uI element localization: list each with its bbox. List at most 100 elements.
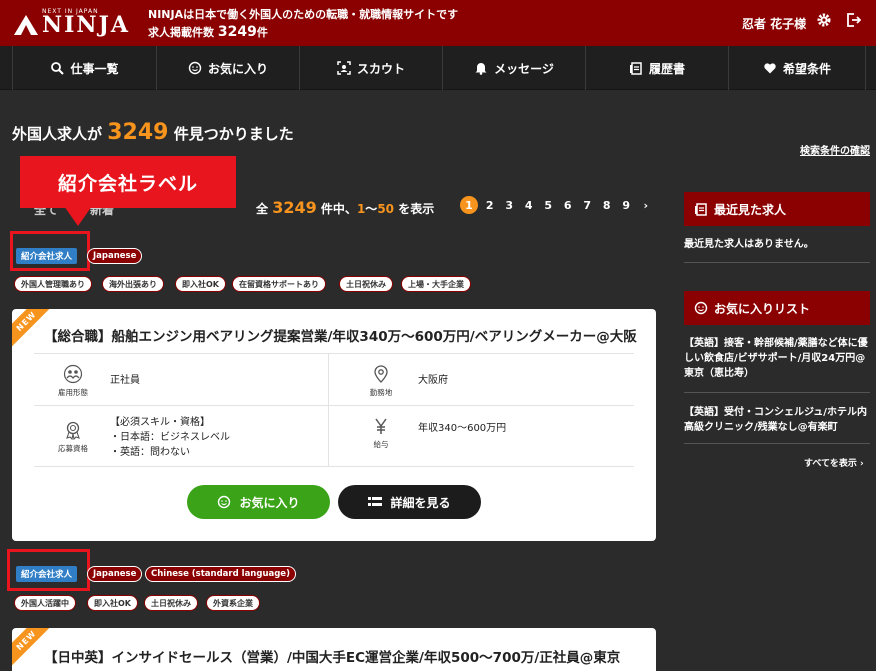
page-6[interactable]: 6	[558, 196, 578, 214]
recent-jobs-header: 最近見た求人	[684, 192, 870, 226]
favorite-button[interactable]: お気に入り	[187, 485, 330, 519]
job-tag: 土日祝休み	[339, 276, 393, 292]
scan-icon	[337, 61, 351, 75]
page-5[interactable]: 5	[539, 196, 559, 214]
nav-job-list[interactable]: 仕事一覧	[12, 46, 156, 90]
nav-label: お気に入り	[207, 61, 268, 76]
document-icon	[629, 62, 642, 75]
employment-label: 雇用形態	[58, 388, 88, 397]
job-title[interactable]: 【総合職】船舶エンジン用ベアリング提案営業/年収340万〜600万円/ベアリング…	[44, 325, 637, 345]
nav-preferences[interactable]: 希望条件	[728, 46, 866, 90]
yen-icon	[375, 418, 387, 434]
favorites-list-title: お気に入りリスト	[714, 301, 811, 316]
salary-value: 年収340〜600万円	[418, 423, 507, 434]
search-icon	[51, 62, 65, 75]
range-middle: 件中、	[320, 202, 357, 216]
page-4[interactable]: 4	[519, 196, 539, 214]
qualification-label: 応募資格	[58, 444, 88, 453]
next-page-arrow-icon[interactable]: ›	[636, 196, 656, 214]
document-icon	[695, 203, 707, 216]
heart-icon	[764, 63, 776, 74]
employment-type-field: 雇用形態	[48, 364, 98, 398]
divider	[684, 392, 870, 393]
job-tag: 即入社OK	[87, 595, 138, 611]
favorite-item-link[interactable]: 【英語】接客・幹部候補/薬膳など体に優しい飲食店/ビザサポート/月収24万円@東…	[684, 336, 870, 381]
logo-mark-icon	[14, 15, 38, 35]
ninja-logo[interactable]: NEXT IN JAPAN NINJA	[12, 6, 130, 40]
job-count-prefix: 求人掲載件数	[148, 26, 214, 39]
location-value: 大阪府	[418, 375, 448, 386]
page-1[interactable]: 1	[460, 196, 478, 214]
job-tag: 外資系企業	[206, 595, 260, 611]
see-all-link[interactable]: すべてを表示 ›	[804, 456, 864, 469]
results-suffix: 件見つかりました	[173, 125, 294, 143]
job-title[interactable]: 【日中英】インサイドセールス（営業）/中国大手EC運営企業/年収500〜700万…	[44, 646, 620, 666]
job-tag: 外国人活躍中	[14, 595, 76, 611]
language-badge: Chinese (standard language)	[145, 566, 296, 582]
annotation-highlight-box	[10, 231, 90, 271]
job-tag: 外国人管理職あり	[14, 276, 92, 292]
nav-label: スカウト	[356, 61, 405, 76]
results-prefix: 外国人求人が	[12, 125, 103, 143]
user-name[interactable]: 忍者 花子様	[742, 15, 806, 32]
info-row: 雇用形態 正社員 勤務地 大阪府	[34, 353, 634, 405]
site-header: NEXT IN JAPAN NINJA NINJAは日本で働く外国人のための転職…	[0, 0, 876, 46]
smile-icon	[694, 301, 708, 315]
nav-label: 仕事一覧	[70, 61, 119, 76]
page-2[interactable]: 2	[480, 196, 500, 214]
job-tag: 上場・大手企業	[401, 276, 471, 292]
language-badge: Japanese	[87, 248, 143, 264]
page-8[interactable]: 8	[597, 196, 617, 214]
details-button[interactable]: 詳細を見る	[338, 485, 481, 519]
job-tag: 在留資格サポートあり	[232, 276, 326, 292]
annotation-arrow	[64, 206, 92, 226]
people-icon	[63, 364, 83, 384]
favorite-item-link[interactable]: 【英語】受付・コンシェルジュ/ホテル内高級クリニック/残業なし@有楽町	[684, 405, 870, 435]
info-row: 応募資格 【必須スキル・資格】 ・日本語：ビジネスレベル ・英語：問わない 給与…	[34, 405, 634, 467]
job-count-suffix: 件	[256, 26, 268, 39]
logo-word: NINJA	[42, 12, 130, 38]
qualification-line: ・英語：問わない	[110, 447, 190, 458]
gear-icon[interactable]	[816, 12, 832, 28]
map-pin-icon	[374, 365, 388, 383]
page-3[interactable]: 3	[500, 196, 520, 214]
page-9[interactable]: 9	[617, 196, 637, 214]
qualification-value: 【必須スキル・資格】 ・日本語：ビジネスレベル ・英語：問わない	[110, 415, 230, 460]
job-count: 求人掲載件数 3249件	[148, 24, 268, 40]
logout-icon[interactable]	[845, 12, 861, 28]
nav-label: 履歴書	[648, 61, 685, 76]
nav-label: 希望条件	[782, 61, 831, 76]
nav-label: メッセージ	[494, 61, 554, 76]
results-title: 外国人求人が 3249 件見つかりました	[12, 120, 294, 145]
nav-favorites[interactable]: お気に入り	[156, 46, 299, 90]
annotation-callout: 紹介会社ラベル	[20, 156, 236, 208]
job-count-value: 3249	[217, 24, 257, 40]
results-count: 3249	[107, 120, 169, 145]
site-tagline: NINJAは日本で働く外国人のための転職・就職情報サイトです	[148, 8, 459, 21]
pagination: 1 2 3 4 5 6 7 8 9 ›	[460, 196, 656, 214]
job-tag: 土日祝休み	[144, 595, 198, 611]
qualification-field: 応募資格	[48, 420, 98, 454]
smile-icon	[218, 495, 231, 509]
divider	[684, 443, 870, 444]
language-badge: Japanese	[87, 566, 143, 582]
qualification-line: ・日本語：ビジネスレベル	[110, 432, 230, 443]
job-card[interactable]: NEW 【日中英】インサイドセールス（営業）/中国大手EC運営企業/年収500〜…	[12, 628, 656, 671]
job-card[interactable]: NEW 【総合職】船舶エンジン用ベアリング提案営業/年収340万〜600万円/ベ…	[12, 309, 656, 541]
smile-icon	[188, 61, 202, 75]
location-field: 勤務地	[356, 364, 406, 398]
range-suffix: を表示	[398, 202, 435, 216]
page-7[interactable]: 7	[578, 196, 598, 214]
search-conditions-link[interactable]: 検索条件の確認	[800, 142, 870, 157]
recent-jobs-empty: 最近見た求人はありません。	[684, 239, 814, 250]
bell-icon	[475, 63, 487, 75]
favorites-list-header: お気に入りリスト	[684, 291, 870, 325]
location-label: 勤務地	[369, 388, 393, 397]
nav-messages[interactable]: メッセージ	[442, 46, 585, 90]
job-tag: 即入社OK	[175, 276, 226, 292]
range-prefix: 全	[256, 202, 269, 216]
nav-scout[interactable]: スカウト	[299, 46, 442, 90]
column-divider	[328, 353, 329, 467]
annotation-highlight-box	[7, 549, 90, 591]
nav-resume[interactable]: 履歴書	[585, 46, 728, 90]
